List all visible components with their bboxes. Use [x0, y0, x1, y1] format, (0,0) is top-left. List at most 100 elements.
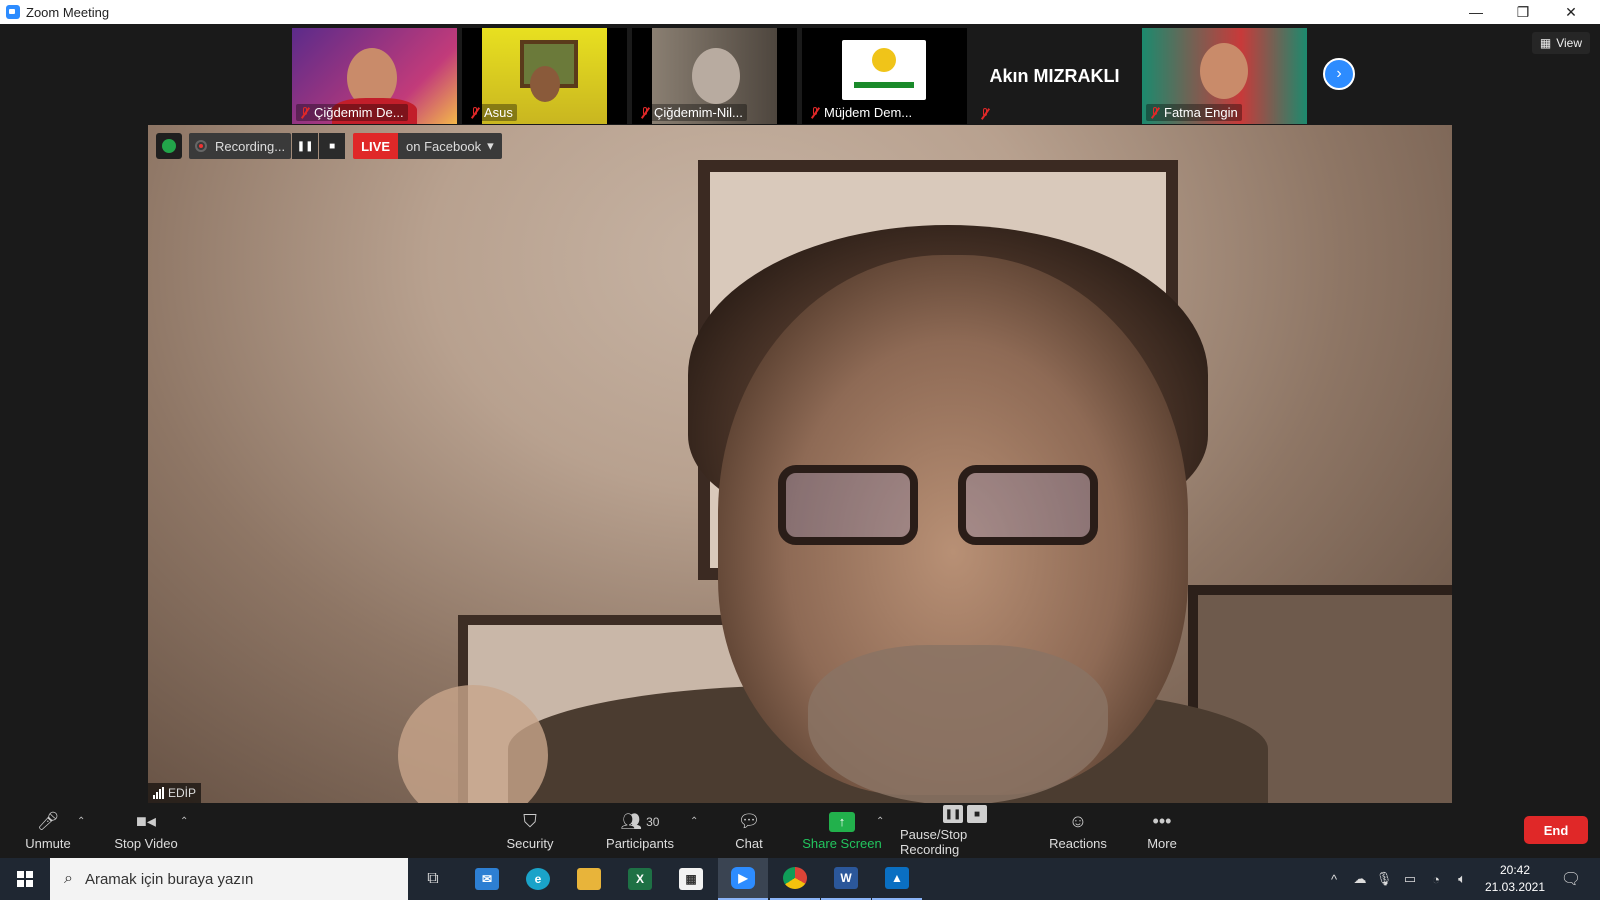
- reactions-button[interactable]: ☺ Reactions: [1046, 804, 1110, 858]
- live-platform-label: on Facebook: [406, 138, 482, 154]
- participants-label: Participants: [606, 835, 674, 851]
- live-platform-dropdown[interactable]: on Facebook ▾: [398, 133, 502, 159]
- participants-count: 30: [646, 814, 660, 829]
- pause-recording-button[interactable]: ❚❚: [292, 133, 319, 159]
- encryption-shield-icon[interactable]: [156, 133, 182, 159]
- participant-name: Müjdem Dem...: [824, 105, 913, 120]
- folder-icon: [577, 868, 601, 890]
- participant-thumbnail[interactable]: Çiğdemim-Nil...: [632, 28, 797, 124]
- search-placeholder: Aramak için buraya yazın: [84, 870, 254, 888]
- mic-muted-icon: [810, 106, 820, 119]
- photos-app-button[interactable]: ▲: [872, 858, 922, 900]
- participant-thumbnail[interactable]: Müjdem Dem...: [802, 28, 967, 124]
- stop-video-label: Stop Video: [114, 835, 178, 851]
- shield-icon: ⛉: [523, 811, 537, 831]
- mic-muted-icon: [470, 106, 480, 119]
- recording-status-bar: Recording... ❚❚ ■ LIVE on Facebook ▾: [156, 133, 502, 159]
- taskbar-search-box[interactable]: ⌕ Aramak için buraya yazın: [50, 858, 408, 900]
- unmute-button[interactable]: 🎤︎ Unmute: [18, 804, 78, 858]
- stop-video-button[interactable]: ■◂ Stop Video: [108, 804, 184, 858]
- participants-caret-icon[interactable]: ⌃: [690, 816, 698, 827]
- mail-app-button[interactable]: ✉: [462, 858, 512, 900]
- zoom-app-button[interactable]: ▶: [718, 858, 768, 900]
- mic-muted-icon: [1150, 106, 1160, 119]
- clock-time: 20:42: [1499, 863, 1531, 877]
- glasses-lens: [778, 465, 918, 545]
- share-screen-button[interactable]: ↑ Share Screen: [800, 804, 884, 858]
- chevron-right-icon: ›: [1336, 65, 1342, 82]
- pause-icon: ❚❚: [943, 805, 963, 823]
- participant-thumbnail[interactable]: Çiğdemim De...: [292, 28, 457, 124]
- security-button[interactable]: ⛉ Security: [500, 804, 560, 858]
- record-dot-icon: [195, 140, 207, 152]
- participants-button[interactable]: 👥︎ 30 Participants: [600, 804, 680, 858]
- stop-icon: ■: [967, 805, 987, 823]
- stop-recording-button[interactable]: ■: [319, 133, 346, 159]
- participant-name-label: Çiğdemim De...: [296, 104, 408, 121]
- network-tray-icon[interactable]: ◔: [1424, 858, 1448, 900]
- pause-stop-recording-button[interactable]: ❚❚ ■ Pause/Stop Recording: [900, 804, 1030, 858]
- chevron-up-icon: ^: [1330, 871, 1338, 887]
- start-button[interactable]: [0, 858, 50, 900]
- participant-name-label: Çiğdemim-Nil...: [636, 104, 747, 121]
- next-page-button[interactable]: ›: [1323, 58, 1355, 90]
- participant-name: Asus: [484, 105, 513, 120]
- edge-browser-icon: e: [526, 868, 550, 890]
- store-bag-icon: ▦: [679, 868, 703, 890]
- reactions-label: Reactions: [1049, 835, 1107, 851]
- edge-app-button[interactable]: e: [513, 858, 563, 900]
- view-button[interactable]: ▦ View: [1531, 32, 1590, 54]
- more-button[interactable]: ••• More: [1140, 804, 1184, 858]
- audio-options-caret-icon[interactable]: ⌃: [77, 816, 85, 827]
- logo-text-bar: [854, 82, 914, 88]
- store-app-button[interactable]: ▦: [666, 858, 716, 900]
- mic-muted-icon: [640, 106, 650, 119]
- participant-thumbnail[interactable]: Asus: [462, 28, 627, 124]
- windows-taskbar: ⌕ Aramak için buraya yazın ⧉ ✉ e X ▦ ▶ W…: [0, 858, 1600, 900]
- participant-face: [530, 66, 560, 102]
- participant-thumbnail[interactable]: Akın MIZRAKLI: [972, 28, 1137, 124]
- share-screen-label: Share Screen: [802, 835, 882, 851]
- pause-icon: ❚❚: [296, 140, 314, 152]
- chrome-icon: [783, 867, 807, 889]
- share-screen-icon: ↑: [829, 811, 855, 832]
- recording-indicator: Recording...: [189, 133, 292, 159]
- window-titlebar: Zoom Meeting — ❐ ✕: [0, 0, 1600, 24]
- participant-face: [692, 48, 740, 104]
- minimize-button[interactable]: —: [1453, 0, 1499, 24]
- logo-flower-icon: [872, 48, 896, 72]
- participant-name-label: Asus: [466, 104, 517, 121]
- window-title: Zoom Meeting: [26, 4, 110, 20]
- restore-button[interactable]: ❐: [1500, 0, 1546, 24]
- more-dots-icon: •••: [1152, 811, 1172, 831]
- microphone-tray-icon[interactable]: 🎙︎: [1374, 858, 1394, 900]
- chrome-app-button[interactable]: [770, 858, 820, 900]
- close-button[interactable]: ✕: [1548, 0, 1594, 24]
- meeting-toolbar: 🎤︎ Unmute ⌃ ■◂ Stop Video ⌃ ⛉ Security 👥…: [0, 804, 1600, 858]
- end-meeting-button[interactable]: End: [1524, 816, 1588, 844]
- word-app-button[interactable]: W: [821, 858, 871, 900]
- volume-tray-icon[interactable]: 🔈︎: [1450, 858, 1474, 900]
- file-explorer-button[interactable]: [564, 858, 614, 900]
- participant-name: Çiğdemim-Nil...: [654, 105, 743, 120]
- share-options-caret-icon[interactable]: ⌃: [876, 816, 884, 827]
- participant-name-label: Fatma Engin: [1146, 104, 1242, 121]
- battery-tray-icon[interactable]: ▭: [1398, 858, 1422, 900]
- smiley-plus-icon: ☺: [1068, 811, 1088, 831]
- notifications-icon[interactable]: 🗨︎: [1556, 858, 1586, 900]
- chat-button[interactable]: 💬︎ Chat: [727, 804, 771, 858]
- recording-label: Recording...: [215, 138, 286, 154]
- participants-icon: 👥︎ 30: [620, 811, 660, 831]
- participant-name-label: [976, 107, 998, 121]
- video-options-caret-icon[interactable]: ⌃: [180, 816, 188, 827]
- task-view-button[interactable]: ⧉: [408, 858, 458, 900]
- participant-thumbnail[interactable]: Fatma Engin: [1142, 28, 1307, 124]
- security-label: Security: [506, 835, 554, 851]
- search-icon: ⌕: [64, 870, 73, 887]
- show-hidden-icons-button[interactable]: ^: [1322, 858, 1346, 900]
- taskbar-clock[interactable]: 20:42 21.03.2021: [1480, 862, 1550, 896]
- live-badge: LIVE: [353, 133, 398, 159]
- onedrive-tray-icon[interactable]: ☁: [1348, 858, 1372, 900]
- speaker-beard: [808, 645, 1108, 803]
- excel-app-button[interactable]: X: [615, 858, 665, 900]
